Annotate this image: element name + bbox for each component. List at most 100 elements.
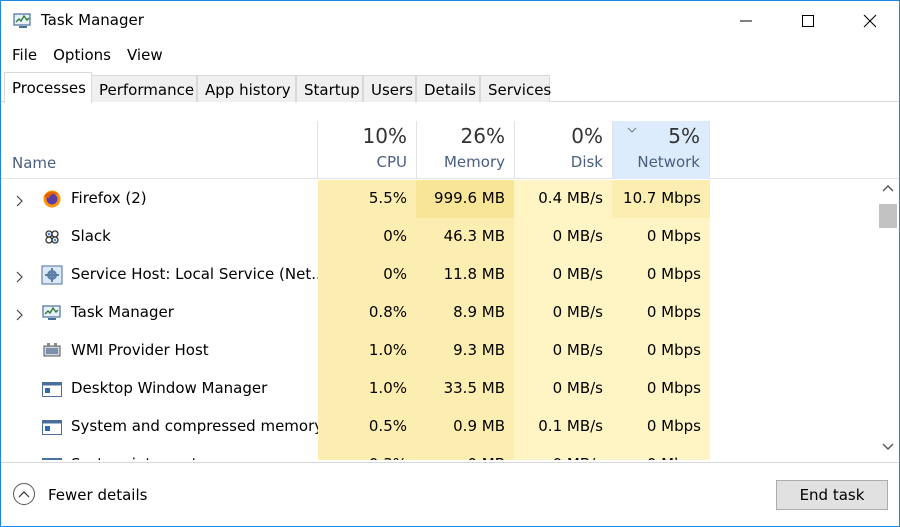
memory-cell: 9.3 MB [416, 332, 514, 370]
disk-total-percent: 0% [571, 124, 603, 148]
memory-label: Memory [443, 153, 505, 171]
network-cell: 10.7 Mbps [612, 180, 710, 218]
fewer-details-link[interactable]: Fewer details [48, 486, 147, 504]
table-row[interactable]: Service Host: Local Service (Net... 0% 11.… [1, 256, 877, 294]
process-name: Firefox (2) [71, 189, 147, 207]
network-cell: 0 Mbps [612, 446, 710, 460]
menu-options[interactable]: Options [53, 43, 111, 69]
memory-cell: 999.6 MB [416, 180, 514, 218]
tab-app-history[interactable]: App history [197, 75, 296, 102]
table-row[interactable]: Desktop Window Manager 1.0% 33.5 MB 0 MB/s 0… [1, 370, 877, 408]
cpu-total-percent: 10% [362, 124, 407, 148]
cpu-cell: 0% [318, 256, 416, 294]
chevron-right-icon[interactable] [13, 268, 25, 283]
scroll-up-arrow-icon[interactable] [882, 183, 894, 193]
scroll-down-arrow-icon[interactable] [882, 442, 894, 452]
network-cell: 0 Mbps [612, 218, 710, 256]
memory-cell: 0.9 MB [416, 408, 514, 446]
disk-cell: 0 MB/s [514, 332, 612, 370]
chevron-right-icon[interactable] [13, 306, 25, 321]
memory-cell: 46.3 MB [416, 218, 514, 256]
footer: Fewer details End task [1, 462, 899, 526]
cpu-cell: 5.5% [318, 180, 416, 218]
column-cpu-header[interactable]: 10% CPU [317, 121, 416, 179]
cpu-cell: 0% [318, 218, 416, 256]
table-row[interactable]: WMI Provider Host 1.0% 9.3 MB 0 MB/s 0 Mbps [1, 332, 877, 370]
column-disk-header[interactable]: 0% Disk [514, 121, 612, 179]
tab-services[interactable]: Services [480, 75, 551, 102]
close-icon [863, 14, 877, 28]
memory-cell: 8.9 MB [416, 294, 514, 332]
maximize-icon [802, 15, 814, 27]
tab-users[interactable]: Users [363, 75, 416, 102]
disk-cell: 0.4 MB/s [514, 180, 612, 218]
disk-cell: 0 MB/s [514, 218, 612, 256]
chevron-right-icon[interactable] [13, 192, 25, 207]
cpu-cell: 1.0% [318, 332, 416, 370]
tab-performance[interactable]: Performance [91, 75, 197, 102]
menu-view[interactable]: View [127, 43, 163, 69]
table-row[interactable]: System and compressed memory 0.5% 0.9 MB 0.… [1, 408, 877, 446]
table-row[interactable]: System interrupts 0.3%0 MB0 MB/s0 Mbps [1, 446, 877, 460]
column-name-header[interactable]: Name [12, 154, 56, 172]
table-row[interactable]: Firefox (2) 5.5% 999.6 MB 0.4 MB/s 10.7 Mbps [1, 180, 877, 218]
close-button[interactable] [839, 1, 899, 41]
title-bar[interactable]: Task Manager [1, 1, 899, 41]
table-row[interactable]: Slack 0% 46.3 MB 0 MB/s 0 Mbps [1, 218, 877, 256]
task-manager-icon [41, 303, 63, 323]
process-name: Slack [71, 227, 111, 245]
disk-cell: 0 MB/s [514, 370, 612, 408]
task-manager-window: Task Manager File Options View Processes… [0, 0, 900, 527]
process-name: System interrupts [71, 455, 205, 460]
disk-cell: 0 MB/s [514, 294, 612, 332]
tab-processes[interactable]: Processes [4, 72, 92, 103]
maximize-button[interactable] [777, 1, 839, 41]
cpu-cell: 1.0% [318, 370, 416, 408]
task-manager-app-icon [13, 13, 31, 28]
process-name: System and compressed memory [71, 417, 324, 435]
process-name: Service Host: Local Service (Net... [71, 265, 326, 283]
minimize-button[interactable] [715, 1, 777, 41]
firefox-icon [41, 189, 63, 209]
disk-label: Disk [570, 153, 603, 171]
network-cell: 0 Mbps [612, 370, 710, 408]
tab-details[interactable]: Details [416, 75, 480, 102]
fewer-details-toggle[interactable] [13, 483, 35, 505]
network-cell: 0 Mbps [612, 332, 710, 370]
end-task-button[interactable]: End task [776, 480, 888, 510]
wmi-provider-icon [41, 341, 63, 361]
chevron-up-icon [18, 491, 30, 498]
column-memory-header[interactable]: 26% Memory [416, 121, 514, 179]
memory-total-percent: 26% [460, 124, 505, 148]
window-title: Task Manager [41, 11, 144, 29]
disk-cell: 0 MB/s [514, 446, 612, 460]
disk-cell: 0 MB/s [514, 256, 612, 294]
network-cell: 0 Mbps [612, 294, 710, 332]
window-app-icon [41, 379, 63, 399]
cpu-cell: 0.3% [318, 446, 416, 460]
cpu-cell: 0.5% [318, 408, 416, 446]
table-row[interactable]: Task Manager 0.8% 8.9 MB 0 MB/s 0 Mbps [1, 294, 877, 332]
memory-cell: 33.5 MB [416, 370, 514, 408]
tab-strip: Processes Performance App history Startu… [1, 72, 899, 103]
memory-cell: 0 MB [416, 446, 514, 460]
network-label: Network [637, 153, 700, 171]
scrollbar-thumb[interactable] [879, 204, 897, 228]
vertical-scrollbar[interactable] [877, 180, 899, 460]
sort-descending-icon [627, 127, 637, 133]
cpu-cell: 0.8% [318, 294, 416, 332]
slack-icon [41, 227, 63, 247]
column-network-header[interactable]: 5% Network [612, 121, 710, 179]
window-app-icon [41, 417, 63, 437]
cpu-label: CPU [376, 153, 408, 171]
network-cell: 0 Mbps [612, 256, 710, 294]
menu-file[interactable]: File [12, 43, 37, 69]
network-cell: 0 Mbps [612, 408, 710, 446]
process-name: WMI Provider Host [71, 341, 209, 359]
minimize-icon [740, 20, 752, 22]
column-header: Name 10% CPU 26% Memory 0% Disk 5% Netwo… [1, 121, 899, 179]
memory-cell: 11.8 MB [416, 256, 514, 294]
disk-cell: 0.1 MB/s [514, 408, 612, 446]
window-app-icon [41, 455, 63, 460]
tab-startup[interactable]: Startup [296, 75, 363, 102]
